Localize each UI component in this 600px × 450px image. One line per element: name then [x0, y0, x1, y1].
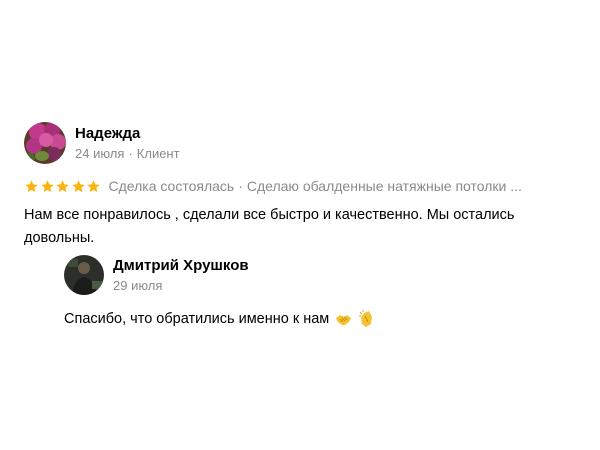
service-link[interactable]: Сделаю обалденные натяжные потолки ... [247, 178, 522, 194]
review-author-sub: 24 июля · Клиент [75, 146, 180, 162]
reply-card: Дмитрий Хрушков 29 июля Спасибо, что обр… [64, 255, 564, 329]
reply-author-meta: Дмитрий Хрушков 29 июля [113, 257, 249, 294]
separator-dot: · [128, 145, 133, 161]
review-text: Нам все понравилось , сделали все быстро… [24, 207, 515, 246]
review-author-role: Клиент [136, 145, 180, 161]
star-icon [87, 179, 100, 192]
star-icon [40, 179, 54, 192]
separator-dot: · [238, 178, 243, 194]
review-author-meta: Надежда 24 июля · Клиент [75, 125, 180, 162]
reply-text-row: Спасибо, что обратились именно к нам [64, 309, 564, 329]
reply-author-name[interactable]: Дмитрий Хрушков [113, 257, 249, 275]
review-author-avatar[interactable] [24, 122, 66, 164]
review-author-row: Надежда 24 июля · Клиент [24, 122, 584, 164]
review-author-name[interactable]: Надежда [75, 125, 180, 143]
star-icon [71, 179, 85, 192]
rating-row: Сделка состоялась · Сделаю обалденные натя… [24, 178, 584, 194]
star-icon [25, 179, 38, 192]
star-icon [56, 179, 69, 192]
clapping-hands-emoji-icon [359, 310, 373, 327]
reply-author-row: Дмитрий Хрушков 29 июля [64, 255, 564, 295]
rating-stars [24, 179, 102, 194]
review-card: Надежда 24 июля · Клиент Сделка состоялась… [24, 122, 584, 250]
review-date: 24 июля [75, 145, 125, 161]
reply-text: Спасибо, что обратились именно к нам [64, 311, 330, 327]
handshake-emoji-icon [336, 314, 352, 325]
deal-status: Сделка состоялась [108, 178, 235, 194]
rating-text: Сделка состоялась · Сделаю обалденные натя… [109, 178, 522, 194]
reply-author-avatar[interactable] [64, 255, 104, 295]
reply-date: 29 июля [113, 277, 163, 293]
